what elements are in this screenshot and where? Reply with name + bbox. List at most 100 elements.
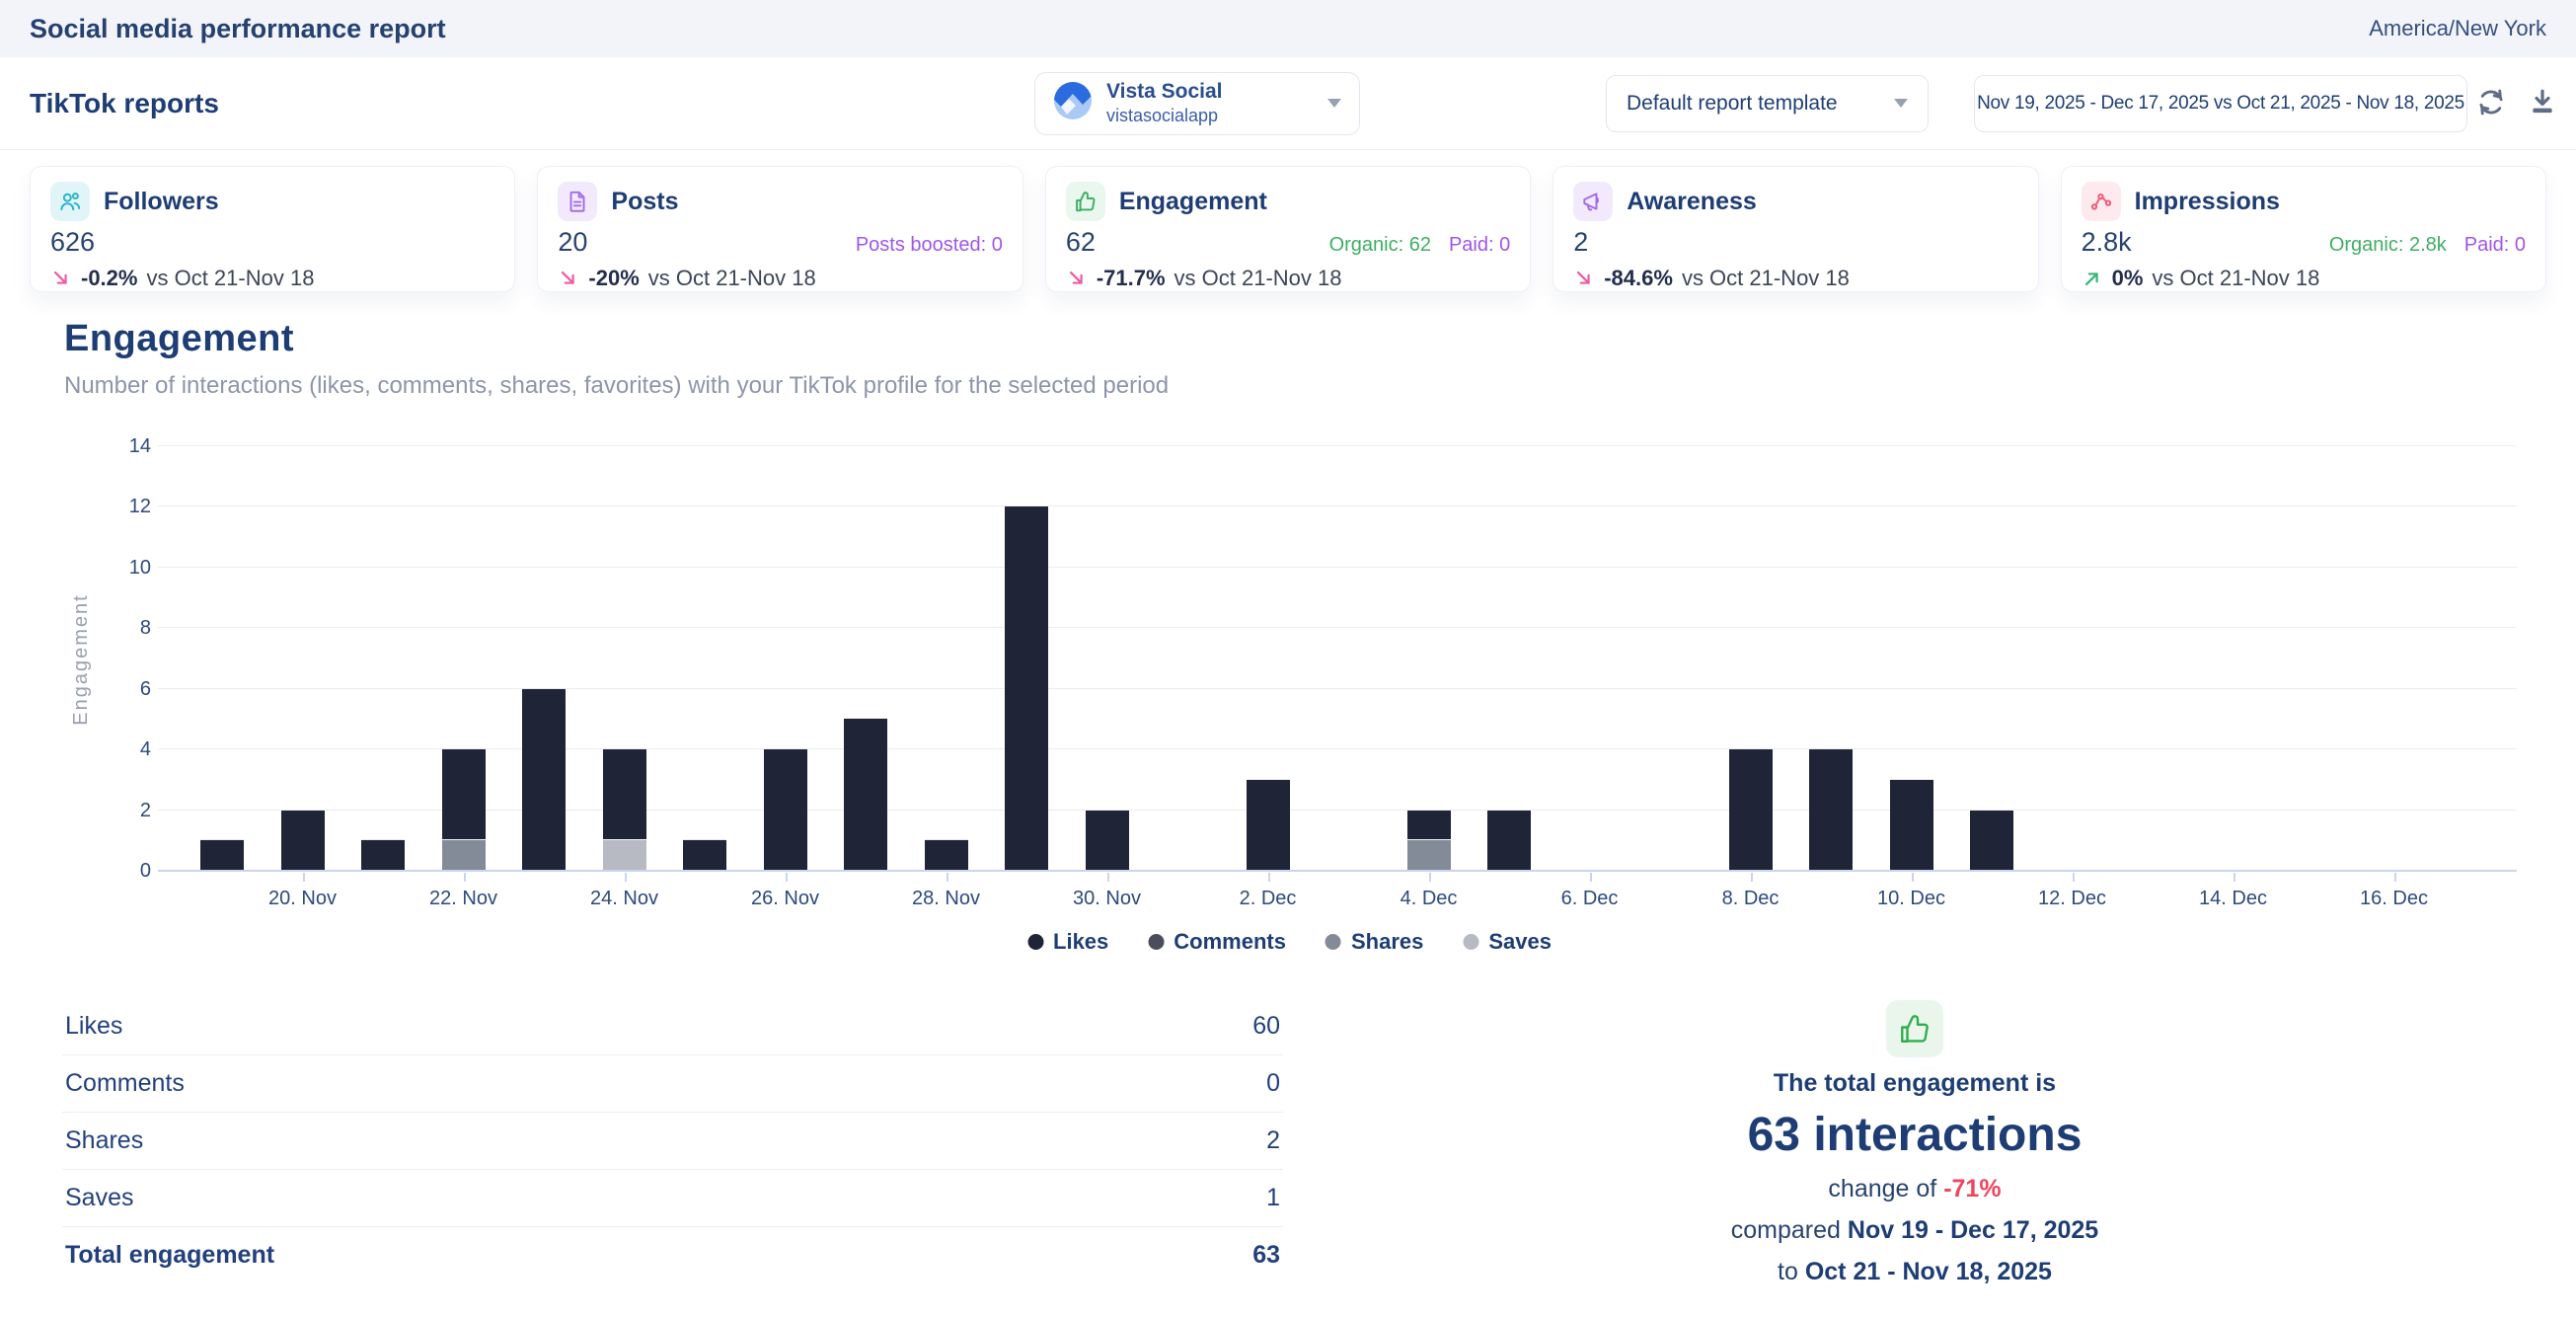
x-axis-tick-label: 30. Nov: [1038, 888, 1176, 910]
card-delta: -84.6%vs Oct 21-Nov 18: [1573, 266, 2017, 291]
summary-to: to Oct 21 - Nov 18, 2025: [1778, 1258, 2052, 1286]
table-row-total-engagement: Total engagement63: [62, 1227, 1283, 1283]
summary-heading: The total engagement is: [1774, 1069, 2056, 1098]
summary-to-prefix: to: [1778, 1258, 1805, 1285]
legend-label: Shares: [1351, 929, 1423, 955]
bar-segment-likes[interactable]: [844, 718, 887, 870]
download-button[interactable]: [2527, 86, 2558, 120]
gridline: [158, 505, 2517, 506]
bar-2-dec[interactable]: [1247, 779, 1290, 870]
download-icon: [2527, 86, 2558, 117]
bar-segment-likes[interactable]: [1247, 779, 1290, 870]
bar-segment-likes[interactable]: [522, 688, 566, 870]
card-delta-compare: vs Oct 21-Nov 18: [1682, 266, 1850, 291]
bar-22-nov[interactable]: [442, 748, 486, 870]
card-delta: 0%vs Oct 21-Nov 18: [2082, 266, 2526, 291]
x-axis-tick: [1107, 873, 1109, 882]
thumbs-up-icon: [1897, 1011, 1932, 1047]
y-axis-tick-label: 12: [92, 496, 151, 518]
legend-item-shares[interactable]: Shares: [1326, 929, 1423, 955]
summary-change: change of -71%: [1828, 1175, 2001, 1203]
card-extra-label: Paid: 0: [1449, 234, 1510, 257]
template-selector[interactable]: Default report template: [1606, 75, 1929, 132]
profile-selector[interactable]: Vista Social vistasocialapp: [1034, 72, 1360, 135]
chevron-down-icon: [1327, 99, 1341, 108]
x-axis-tick-label: 6. Dec: [1521, 888, 1659, 910]
bar-26-nov[interactable]: [764, 748, 807, 870]
bar-segment-likes[interactable]: [1487, 810, 1531, 870]
thumbs-up-badge: [1886, 1000, 1943, 1057]
bar-segment-likes[interactable]: [1970, 810, 2013, 870]
bar-segment-likes[interactable]: [1809, 748, 1853, 870]
legend-dot: [1027, 934, 1043, 950]
x-axis-tick: [2073, 873, 2075, 882]
legend-label: Likes: [1053, 929, 1108, 955]
bar-11-dec[interactable]: [1970, 810, 2013, 870]
trend-up-arrow-icon: [2082, 268, 2103, 289]
bar-19-nov[interactable]: [200, 839, 244, 870]
card-delta-compare: vs Oct 21-Nov 18: [648, 266, 816, 291]
card-posts: Posts20Posts boosted: 0-20%vs Oct 21-Nov…: [537, 166, 1023, 292]
card-impressions: Impressions2.8kOrganic: 2.8kPaid: 00%vs …: [2061, 166, 2546, 292]
bar-segment-likes[interactable]: [442, 748, 486, 839]
page-title: Social media performance report: [30, 14, 446, 44]
bar-segment-likes[interactable]: [1005, 505, 1048, 870]
refresh-button[interactable]: [2475, 86, 2507, 120]
document-icon: [565, 189, 590, 214]
bar-23-nov[interactable]: [522, 688, 566, 870]
bar-segment-likes[interactable]: [200, 839, 244, 870]
trend-down-arrow-icon: [1573, 268, 1595, 289]
summary-compared: compared Nov 19 - Dec 17, 2025: [1731, 1216, 2098, 1245]
bar-segment-likes[interactable]: [361, 839, 405, 870]
bar-segment-likes[interactable]: [1086, 810, 1129, 870]
bar-segment-saves[interactable]: [603, 839, 646, 870]
legend-item-likes[interactable]: Likes: [1027, 929, 1108, 955]
template-selected-label: Default report template: [1627, 92, 1838, 116]
x-axis-tick-label: 16. Dec: [2325, 888, 2463, 910]
bar-segment-likes[interactable]: [603, 748, 646, 839]
bar-21-nov[interactable]: [361, 839, 405, 870]
bar-5-dec[interactable]: [1487, 810, 1531, 870]
bar-segment-likes[interactable]: [764, 748, 807, 870]
card-extra-labels: Organic: 2.8kPaid: 0: [2329, 234, 2526, 257]
bar-segment-likes[interactable]: [1729, 748, 1773, 870]
summary-change-value: -71%: [1943, 1175, 2001, 1203]
bar-25-nov[interactable]: [683, 839, 726, 870]
card-engagement: Engagement62Organic: 62Paid: 0-71.7%vs O…: [1045, 166, 1531, 292]
card-title: Engagement: [1119, 188, 1267, 216]
metric-cards: Followers626-0.2%vs Oct 21-Nov 18Posts20…: [30, 166, 2546, 292]
bar-segment-shares[interactable]: [1407, 839, 1451, 870]
bar-10-dec[interactable]: [1890, 779, 1933, 870]
bar-24-nov[interactable]: [603, 748, 646, 870]
legend-item-saves[interactable]: Saves: [1463, 929, 1552, 955]
date-range-picker[interactable]: Nov 19, 2025 - Dec 17, 2025 vs Oct 21, 2…: [1974, 75, 2467, 132]
bar-9-dec[interactable]: [1809, 748, 1853, 870]
y-axis-tick-label: 6: [92, 678, 151, 701]
bar-4-dec[interactable]: [1407, 810, 1451, 870]
row-value: 2: [1266, 1126, 1280, 1155]
card-title: Awareness: [1627, 188, 1757, 216]
bar-27-nov[interactable]: [844, 718, 887, 870]
legend-item-comments[interactable]: Comments: [1148, 929, 1286, 955]
bar-8-dec[interactable]: [1729, 748, 1773, 870]
bar-30-nov[interactable]: [1086, 810, 1129, 870]
bar-segment-likes[interactable]: [683, 839, 726, 870]
bar-segment-likes[interactable]: [1890, 779, 1933, 870]
card-awareness: Awareness2-84.6%vs Oct 21-Nov 18: [1553, 166, 2038, 292]
bar-20-nov[interactable]: [281, 810, 325, 870]
x-axis-tick: [303, 873, 305, 882]
users-icon: [57, 189, 83, 214]
x-axis-tick: [1268, 873, 1270, 882]
bar-28-nov[interactable]: [925, 839, 968, 870]
card-delta: -0.2%vs Oct 21-Nov 18: [50, 266, 494, 291]
card-delta: -71.7%vs Oct 21-Nov 18: [1066, 266, 1510, 291]
bar-segment-likes[interactable]: [281, 810, 325, 870]
summary-total: 63 interactions: [1748, 1108, 2083, 1162]
profile-handle: vistasocialapp: [1106, 105, 1223, 127]
summary-to-range: Oct 21 - Nov 18, 2025: [1805, 1258, 2052, 1285]
bar-segment-likes[interactable]: [1407, 810, 1451, 840]
bar-segment-shares[interactable]: [442, 839, 486, 870]
bar-segment-likes[interactable]: [925, 839, 968, 870]
bar-29-nov[interactable]: [1005, 505, 1048, 870]
legend-dot: [1326, 934, 1341, 950]
